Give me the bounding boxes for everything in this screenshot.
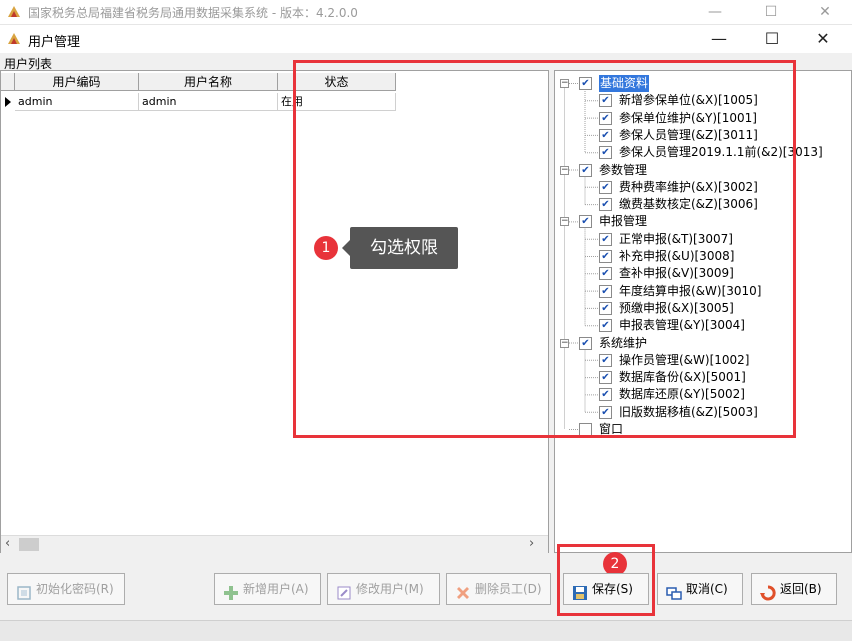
dialog-close-button[interactable]: ✕ <box>800 25 846 53</box>
edit-icon <box>336 582 352 599</box>
back-label: 返回(B) <box>780 582 822 596</box>
cancel-label: 取消(C) <box>686 582 728 596</box>
dialog-maximize-button[interactable]: ☐ <box>749 25 795 53</box>
add-user-button[interactable]: 新增用户(A) <box>214 573 321 605</box>
reset-icon <box>16 582 32 600</box>
horizontal-scrollbar[interactable]: ‹ › <box>1 535 548 553</box>
outer-minimize-button[interactable]: — <box>692 0 738 24</box>
back-button[interactable]: 返回(B) <box>751 573 837 605</box>
back-arrow-icon <box>760 582 776 600</box>
dialog-title-bar: 用户管理 — ☐ ✕ <box>0 25 852 53</box>
delete-user-label: 删除员工(D) <box>475 582 542 596</box>
save-label: 保存(S) <box>592 582 633 596</box>
table-cell-name[interactable]: admin <box>139 93 278 111</box>
scroll-right-icon[interactable]: › <box>529 536 534 551</box>
outer-title-bar: 国家税务总局福建省税务局通用数据采集系统 - 版本：4.2.0.0 — ☐ ✕ <box>0 0 852 25</box>
dialog-minimize-button[interactable]: — <box>696 25 742 53</box>
add-user-label: 新增用户(A) <box>243 582 309 596</box>
save-disk-icon <box>572 582 588 600</box>
delete-x-icon <box>455 582 471 599</box>
outer-maximize-button[interactable]: ☐ <box>748 0 794 24</box>
callout-check-permissions: 勾选权限 <box>350 227 458 269</box>
dialog-title: 用户管理 <box>28 35 81 50</box>
status-strip <box>0 620 852 641</box>
scroll-thumb[interactable] <box>19 538 39 551</box>
save-button[interactable]: 保存(S) <box>563 573 649 605</box>
edit-user-button[interactable]: 修改用户(M) <box>327 573 440 605</box>
outer-window-title: 国家税务总局福建省税务局通用数据采集系统 - 版本：4.2.0.0 <box>28 6 358 20</box>
row-indicator-header <box>1 73 15 91</box>
edit-user-label: 修改用户(M) <box>356 582 424 596</box>
init-password-label: 初始化密码(R) <box>36 582 114 596</box>
column-header-code[interactable]: 用户编码 <box>15 73 139 91</box>
delete-user-button[interactable]: 删除员工(D) <box>446 573 551 605</box>
callout-pointer <box>342 240 350 256</box>
column-header-name[interactable]: 用户名称 <box>139 73 278 91</box>
outer-close-button[interactable]: ✕ <box>802 0 848 24</box>
user-manage-icon <box>6 31 22 47</box>
app-logo-icon <box>6 4 22 20</box>
table-cell-code[interactable]: admin <box>15 93 139 111</box>
scroll-left-icon[interactable]: ‹ <box>5 536 10 551</box>
init-password-button[interactable]: 初始化密码(R) <box>7 573 125 605</box>
cancel-button[interactable]: 取消(C) <box>657 573 743 605</box>
step-badge-1: 1 <box>314 236 338 260</box>
plus-icon <box>223 582 239 600</box>
current-row-indicator-icon <box>3 95 13 109</box>
cancel-windows-icon <box>666 582 682 600</box>
